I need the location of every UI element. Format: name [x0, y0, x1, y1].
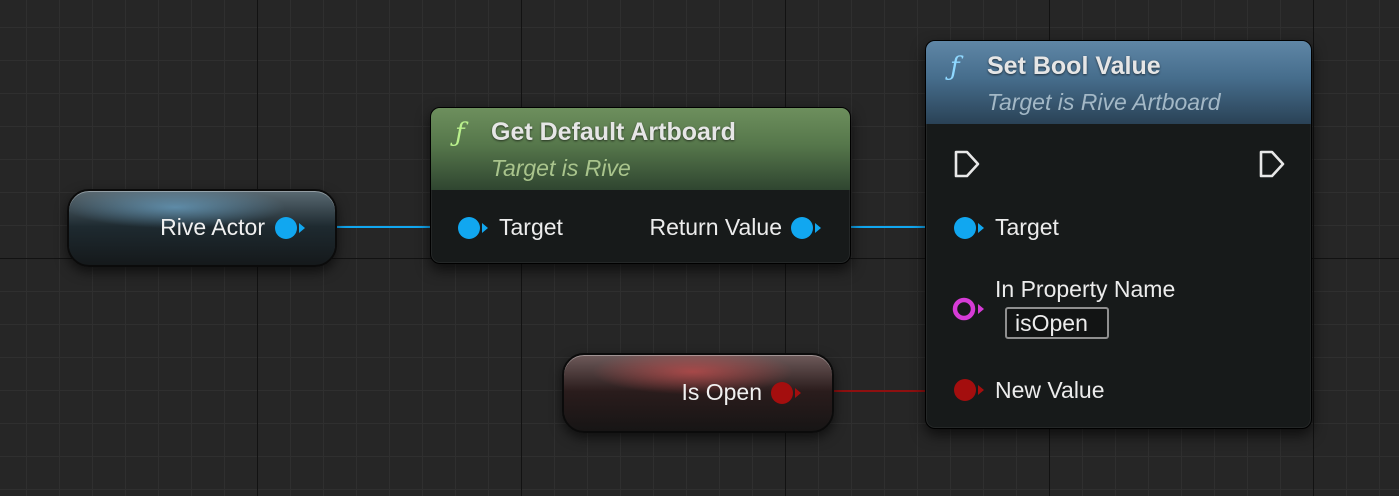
set-bool-value-node[interactable]: ƒ Set Bool Value Target is Rive Artboard… — [925, 40, 1312, 429]
node-title: Set Bool Value — [987, 52, 1161, 80]
exec-in-icon[interactable] — [953, 149, 981, 179]
function-icon: ƒ — [455, 118, 465, 148]
return-value-pin-label: Return Value — [649, 214, 782, 240]
blueprint-graph-canvas[interactable]: Rive Actor Is Open ƒ Get Default Artboar… — [0, 0, 1399, 496]
node-subtitle: Target is Rive — [491, 155, 631, 181]
is-open-variable-node[interactable]: Is Open — [562, 353, 834, 433]
bool-pin-icon[interactable] — [953, 378, 987, 402]
node-header[interactable]: ƒ Get Default Artboard Target is Rive — [431, 108, 850, 190]
property-name-input[interactable] — [1005, 307, 1109, 339]
get-default-artboard-node[interactable]: ƒ Get Default Artboard Target is Rive Ta… — [430, 107, 851, 264]
node-header[interactable]: ƒ Set Bool Value Target is Rive Artboard — [926, 41, 1311, 124]
new-value-pin-label: New Value — [995, 377, 1105, 403]
node-title: Get Default Artboard — [491, 118, 736, 146]
object-pin-icon[interactable] — [274, 216, 308, 240]
target-pin-label: Target — [995, 214, 1059, 240]
object-pin-icon[interactable] — [953, 216, 987, 240]
function-icon: ƒ — [950, 52, 960, 82]
node-subtitle: Target is Rive Artboard — [987, 89, 1221, 115]
exec-out-icon[interactable] — [1258, 149, 1286, 179]
object-pin-icon[interactable] — [790, 216, 824, 240]
bool-pin-icon[interactable] — [770, 381, 804, 405]
is-open-label: Is Open — [681, 379, 762, 405]
name-pin-ring-icon[interactable] — [951, 296, 987, 322]
rive-actor-label: Rive Actor — [160, 214, 265, 240]
in-property-name-label: In Property Name — [995, 276, 1176, 302]
rive-actor-variable-node[interactable]: Rive Actor — [67, 189, 337, 267]
object-pin-icon[interactable] — [457, 216, 491, 240]
target-pin-label: Target — [499, 214, 563, 240]
